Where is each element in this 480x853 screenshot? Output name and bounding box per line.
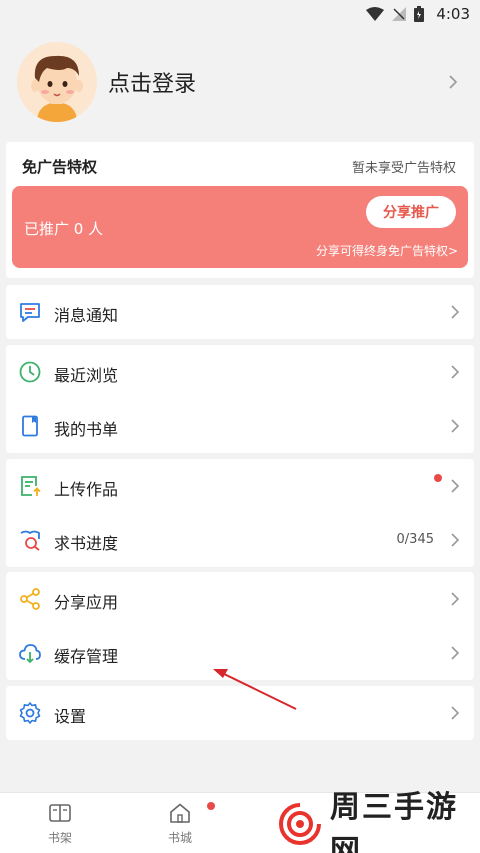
bookshelf-icon [30,803,90,823]
settings-group: 设置 [6,686,474,740]
chevron-right-icon [450,364,460,380]
menu-item-upload[interactable]: 上传作品 [6,459,474,513]
ad-privilege-title: 免广告特权 [22,158,98,176]
cloud-download-icon [18,641,42,665]
messages-group: 消息通知 [6,285,474,339]
no-signal-icon [392,7,407,21]
wifi-icon [366,7,385,21]
home-icon [150,803,210,823]
menu-label-cache: 缓存管理 [54,647,119,666]
nav-label-store: 书城 [167,831,192,845]
chevron-right-icon [450,304,460,320]
message-icon [18,300,42,324]
chevron-right-icon [450,418,460,434]
menu-label-share-app: 分享应用 [54,593,119,612]
chevron-right-icon [450,532,460,548]
request-progress-count: 0/345 [396,532,434,547]
nav-tab-store[interactable]: 书城 [150,803,210,849]
clock-icon [18,360,42,384]
menu-label-settings: 设置 [54,707,87,726]
menu-item-request-progress[interactable]: 求书进度 0/345 [6,513,474,567]
nav-tab-shelf[interactable]: 书架 [30,803,90,849]
menu-label-request-progress: 求书进度 [54,534,119,553]
logo-icon [278,802,322,850]
upload-document-icon [18,474,42,498]
gear-icon [18,701,42,725]
battery-icon [414,6,425,22]
watermark-logo: 周三手游网 [278,790,478,853]
nav-label-shelf: 书架 [47,831,72,845]
search-book-icon [18,528,42,552]
menu-item-settings[interactable]: 设置 [6,686,474,740]
menu-item-messages[interactable]: 消息通知 [6,285,474,339]
history-group: 最近浏览 我的书单 [6,345,474,453]
menu-item-booklist[interactable]: 我的书单 [6,399,474,453]
chevron-right-icon [448,74,458,90]
profile-login-row[interactable]: 点击登录 [0,28,480,136]
status-time: 4:03 [436,5,470,23]
app-tools-group: 分享应用 缓存管理 [6,572,474,680]
status-bar: 4:03 [0,0,480,28]
works-group: 上传作品 求书进度 0/345 [6,459,474,567]
chevron-right-icon [450,645,460,661]
chevron-right-icon [450,478,460,494]
ad-privilege-status: 暂未享受广告特权 [351,161,456,176]
ad-privilege-card: 免广告特权 暂未享受广告特权 已推广 0 人 分享推广 分享可得终身免广告特权> [6,142,474,278]
share-icon [18,587,42,611]
notification-dot [434,474,442,482]
login-label[interactable]: 点击登录 [108,66,196,98]
promotion-banner: 已推广 0 人 分享推广 分享可得终身免广告特权> [12,186,468,268]
menu-label-upload: 上传作品 [54,480,119,499]
menu-label-messages: 消息通知 [54,306,119,325]
chevron-right-icon [450,705,460,721]
menu-item-cache[interactable]: 缓存管理 [6,626,474,680]
share-promote-button[interactable]: 分享推广 [366,196,456,228]
chevron-right-icon [450,591,460,607]
promoted-count: 已推广 0 人 [24,220,104,238]
share-hint-link[interactable]: 分享可得终身免广告特权> [316,242,458,259]
watermark-text: 周三手游网 [330,789,458,853]
menu-label-booklist: 我的书单 [54,420,119,439]
menu-item-share-app[interactable]: 分享应用 [6,572,474,626]
avatar[interactable] [17,42,97,122]
menu-label-recent: 最近浏览 [54,366,119,385]
notification-dot [207,802,215,810]
book-icon [18,414,42,438]
menu-item-recent[interactable]: 最近浏览 [6,345,474,399]
